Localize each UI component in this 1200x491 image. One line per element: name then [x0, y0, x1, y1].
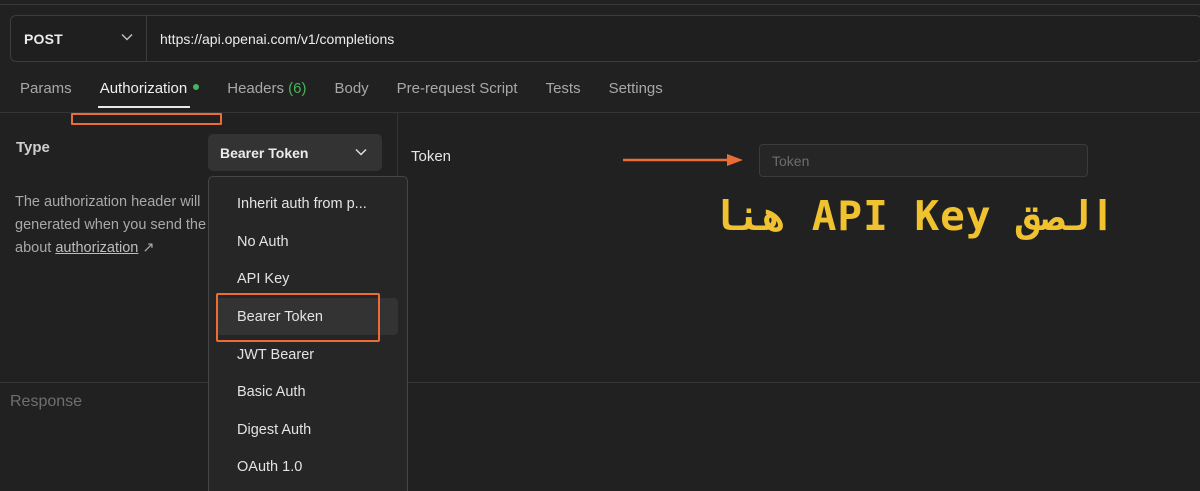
- menu-item-digest-auth[interactable]: Digest Auth: [237, 422, 311, 438]
- tab-tests[interactable]: Tests: [546, 80, 581, 102]
- description-line: generated when you send the: [15, 217, 207, 233]
- description-line-3: about authorization ↗: [15, 237, 215, 260]
- annotation-paste-api-key: الصق API Key هنا: [712, 192, 1115, 240]
- menu-item-basic-auth[interactable]: Basic Auth: [237, 384, 306, 400]
- menu-item-no-auth[interactable]: No Auth: [237, 234, 289, 250]
- response-divider: [0, 382, 1200, 383]
- annotation-highlight-tab: [71, 113, 222, 125]
- external-link-icon: ↗: [142, 240, 155, 256]
- tab-params[interactable]: Params: [20, 80, 72, 102]
- active-tab-underline: [98, 106, 190, 108]
- request-tabs: Params Authorization Headers (6) Body Pr…: [20, 80, 691, 102]
- auth-type-value: Bearer Token: [220, 144, 309, 161]
- auth-description: The authorization header will generated …: [15, 191, 215, 260]
- response-label: Response: [10, 393, 83, 410]
- token-input[interactable]: [759, 144, 1088, 177]
- tab-pre-request-script[interactable]: Pre-request Script: [397, 80, 518, 102]
- menu-item-jwt-bearer[interactable]: JWT Bearer: [237, 347, 314, 363]
- description-line: The authorization header will: [15, 194, 201, 210]
- headers-count: (6): [288, 80, 307, 97]
- method-label: POST: [24, 30, 63, 47]
- description-about: about: [15, 240, 52, 256]
- tab-body[interactable]: Body: [334, 80, 368, 102]
- authorization-link[interactable]: authorization: [55, 240, 138, 256]
- status-dot: [193, 84, 200, 90]
- app-window: POST https://api.openai.com/v1/completio…: [0, 0, 1200, 491]
- menu-item-api-key[interactable]: API Key: [237, 271, 289, 287]
- tab-authorization-label: Authorization: [99, 80, 188, 97]
- top-divider: [0, 4, 1200, 5]
- annotation-highlight-bearer: [216, 293, 380, 342]
- url-input[interactable]: https://api.openai.com/v1/completions: [147, 31, 394, 47]
- tabs-divider: [0, 112, 1200, 113]
- auth-type-select[interactable]: Bearer Token: [208, 134, 382, 171]
- arrow-right-icon: [623, 154, 743, 166]
- tab-settings[interactable]: Settings: [609, 80, 663, 102]
- tab-authorization[interactable]: Authorization: [100, 80, 200, 102]
- token-label: Token: [411, 148, 452, 165]
- chevron-down-icon: [121, 33, 133, 41]
- method-select[interactable]: POST: [11, 16, 147, 61]
- tab-headers-label: Headers: [227, 80, 284, 97]
- auth-type-label: Type: [16, 139, 50, 156]
- tab-headers[interactable]: Headers (6): [227, 80, 306, 102]
- chevron-down-icon: [355, 148, 367, 156]
- menu-item-oauth-1[interactable]: OAuth 1.0: [237, 459, 302, 475]
- request-bar: POST https://api.openai.com/v1/completio…: [10, 15, 1200, 62]
- menu-item-inherit-auth[interactable]: Inherit auth from p...: [237, 196, 367, 212]
